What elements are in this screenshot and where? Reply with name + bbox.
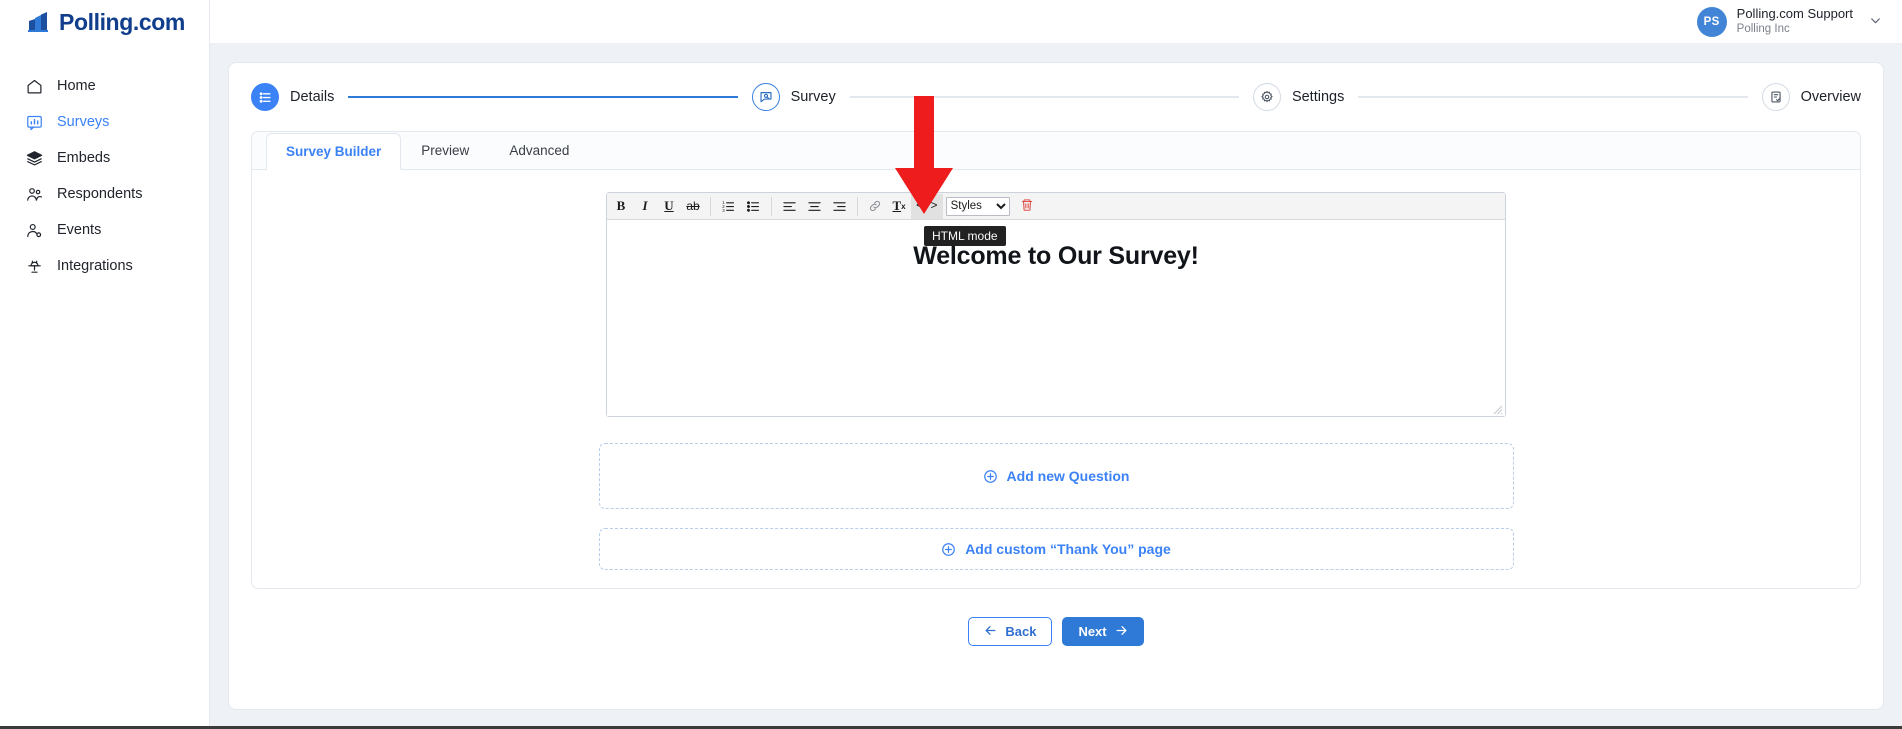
gear-icon	[1252, 83, 1281, 111]
back-button[interactable]: Back	[968, 617, 1053, 646]
survey-bubble-icon	[751, 83, 780, 111]
stepper-connector-3	[1358, 96, 1748, 98]
bar-chart-logo-icon	[26, 10, 50, 34]
add-thank-you-page-block[interactable]: Add custom “Thank You” page	[598, 528, 1514, 570]
user-meta: Polling.com Support Polling Inc	[1737, 6, 1853, 37]
main-area: PS Polling.com Support Polling Inc Detai…	[210, 0, 1902, 726]
chevron-down-icon[interactable]	[1869, 14, 1882, 30]
styles-select[interactable]: Styles	[945, 196, 1010, 216]
avatar: PS	[1696, 6, 1727, 37]
align-center-button[interactable]	[802, 194, 827, 219]
bold-button[interactable]: B	[609, 194, 633, 219]
sidebar: Polling.com Home Surveys Embeds Responde…	[0, 0, 210, 726]
tab-advanced[interactable]: Advanced	[489, 132, 589, 169]
sidebar-item-label: Surveys	[57, 114, 110, 130]
step-label: Overview	[1800, 89, 1862, 105]
survey-intro-heading: Welcome to Our Survey!	[913, 242, 1199, 270]
editor-toolbar: B I U ab 1 2 3 T x </> Styles	[607, 193, 1505, 220]
stepper-connector-1	[348, 96, 738, 98]
sidebar-item-label: Events	[57, 222, 102, 238]
step-overview[interactable]: Overview	[1761, 83, 1862, 111]
tab-survey-builder[interactable]: Survey Builder	[266, 133, 402, 170]
resize-grip-icon[interactable]	[1491, 402, 1503, 415]
brand-name: Polling.com	[59, 8, 185, 35]
align-left-button[interactable]	[777, 194, 802, 219]
wizard-footer: Back Next	[229, 617, 1883, 646]
sidebar-item-events[interactable]: Events	[0, 212, 209, 248]
toolbar-separator	[857, 196, 858, 216]
plug-icon	[26, 258, 43, 275]
step-label: Details	[290, 89, 335, 105]
editor-content-area[interactable]: Welcome to Our Survey!	[607, 220, 1505, 416]
insert-link-button[interactable]	[863, 194, 887, 219]
user-name: Polling.com Support	[1736, 6, 1853, 22]
sidebar-item-respondents[interactable]: Respondents	[0, 176, 209, 212]
plus-circle-icon	[983, 469, 998, 484]
stepper-connector-2	[849, 96, 1239, 98]
underline-button[interactable]: U	[657, 194, 681, 219]
toolbar-separator	[710, 196, 711, 216]
users-icon	[26, 186, 43, 203]
arrow-right-icon	[1115, 624, 1128, 640]
wizard-stepper: Details Survey Settings Overview	[229, 63, 1883, 131]
sidebar-item-home[interactable]: Home	[0, 68, 209, 104]
add-thank-you-page-label: Add custom “Thank You” page	[965, 541, 1171, 557]
arrow-left-icon	[984, 624, 997, 640]
bullet-list-button[interactable]	[741, 194, 766, 219]
step-details[interactable]: Details	[251, 83, 334, 111]
sidebar-item-label: Home	[57, 78, 96, 94]
user-gear-icon	[26, 222, 43, 239]
tab-preview[interactable]: Preview	[401, 132, 489, 169]
builder-card: Survey Builder Preview Advanced B I U ab…	[251, 131, 1861, 589]
app-root: Polling.com Home Surveys Embeds Responde…	[0, 0, 1902, 729]
brand-logo[interactable]: Polling.com	[0, 0, 209, 44]
next-button-label: Next	[1078, 624, 1107, 639]
sidebar-item-label: Integrations	[57, 258, 133, 274]
workspace: Details Survey Settings Overview Survey …	[210, 44, 1902, 726]
remove-format-button[interactable]: Tx	[887, 194, 911, 219]
rich-text-editor: B I U ab 1 2 3 T x </> Styles Welcome to…	[606, 192, 1506, 417]
user-account-menu[interactable]: PS Polling.com Support Polling Inc	[1696, 6, 1882, 37]
trash-icon[interactable]	[1020, 198, 1034, 215]
clipboard-check-icon	[1761, 83, 1790, 111]
html-mode-button[interactable]: </>	[911, 193, 943, 219]
step-survey[interactable]: Survey	[751, 83, 836, 111]
intro-block-editor: B I U ab 1 2 3 T x </> Styles Welcome to…	[606, 192, 1506, 417]
step-settings[interactable]: Settings	[1252, 83, 1345, 111]
next-button[interactable]: Next	[1062, 617, 1144, 646]
tab-bar: Survey Builder Preview Advanced	[252, 132, 1860, 170]
toolbar-separator	[771, 196, 772, 216]
layers-icon	[26, 150, 43, 167]
home-icon	[26, 78, 43, 95]
step-label: Survey	[790, 89, 836, 105]
list-details-icon	[251, 83, 279, 111]
tab-body: B I U ab 1 2 3 T x </> Styles Welcome to…	[252, 170, 1860, 570]
strikethrough-button[interactable]: ab	[681, 194, 705, 219]
svg-text:3: 3	[722, 208, 725, 213]
align-right-button[interactable]	[827, 194, 852, 219]
sidebar-item-label: Embeds	[57, 150, 111, 166]
ordered-list-button[interactable]: 1 2 3	[716, 194, 741, 219]
survey-panel: Details Survey Settings Overview Survey …	[228, 62, 1884, 710]
italic-button[interactable]: I	[633, 194, 657, 219]
survey-chart-icon	[26, 114, 43, 131]
sidebar-item-label: Respondents	[57, 186, 143, 202]
back-button-label: Back	[1005, 624, 1037, 639]
add-new-question-label: Add new Question	[1006, 468, 1130, 484]
add-new-question-block[interactable]: Add new Question	[598, 443, 1514, 509]
step-label: Settings	[1291, 89, 1345, 105]
top-bar: PS Polling.com Support Polling Inc	[210, 0, 1902, 44]
sidebar-nav: Home Surveys Embeds Respondents Events I…	[0, 68, 209, 284]
sidebar-item-integrations[interactable]: Integrations	[0, 248, 209, 284]
sidebar-item-embeds[interactable]: Embeds	[0, 140, 209, 176]
plus-circle-icon	[941, 542, 956, 557]
html-mode-tooltip: HTML mode	[924, 226, 1006, 246]
sidebar-item-surveys[interactable]: Surveys	[0, 104, 209, 140]
user-org: Polling Inc	[1736, 23, 1790, 36]
